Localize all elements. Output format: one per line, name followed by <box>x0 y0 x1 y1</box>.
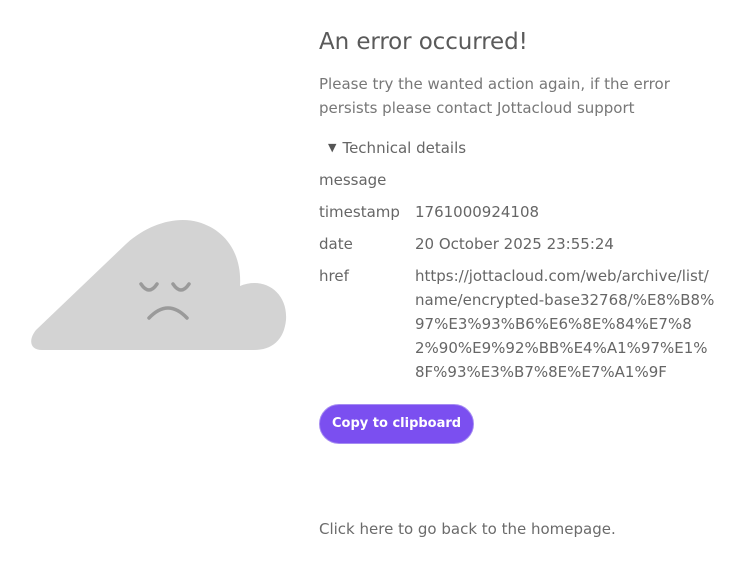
error-content: An error occurred! Please try the wanted… <box>319 26 729 444</box>
detail-key: message <box>319 171 387 189</box>
detail-value: 20 October 2025 23:55:24 <box>415 235 614 253</box>
error-title: An error occurred! <box>319 29 528 55</box>
technical-details-label: Technical details <box>342 139 467 157</box>
detail-value: 1761000924108 <box>415 203 540 221</box>
error-page: An error occurred! Please try the wanted… <box>0 0 740 565</box>
technical-details-table: message timestamp 1761000924108 date 20 … <box>319 168 729 384</box>
detail-key: href <box>319 267 349 285</box>
homepage-link[interactable]: Click here to go back to the homepage. <box>319 517 616 541</box>
detail-row-date: date 20 October 2025 23:55:24 <box>319 232 729 256</box>
technical-details-toggle[interactable]: ▼ Technical details <box>328 136 729 160</box>
error-message: Please try the wanted action again, if t… <box>319 75 670 117</box>
detail-row-timestamp: timestamp 1761000924108 <box>319 200 729 224</box>
detail-key: date <box>319 235 353 253</box>
sad-cloud-icon <box>31 220 287 350</box>
triangle-down-icon: ▼ <box>328 141 337 154</box>
detail-row-href: href https://jottacloud.com/web/archive/… <box>319 264 729 384</box>
copy-to-clipboard-button[interactable]: Copy to clipboard <box>319 404 475 444</box>
detail-value <box>415 168 715 192</box>
detail-value: https://jottacloud.com/web/archive/list/… <box>415 267 715 381</box>
detail-key: timestamp <box>319 203 400 221</box>
detail-row-message: message <box>319 168 729 192</box>
